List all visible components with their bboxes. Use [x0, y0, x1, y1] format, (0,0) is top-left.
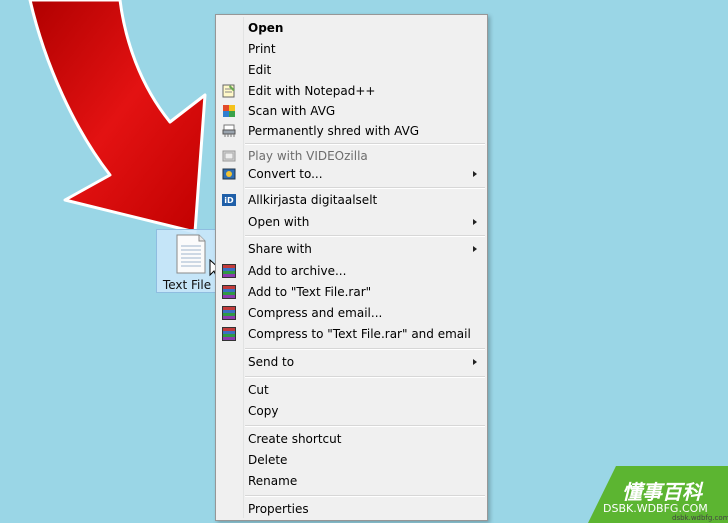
avg-icon — [223, 105, 235, 117]
shred-icon — [222, 124, 236, 137]
menu-item-label: Open with — [248, 215, 310, 229]
menu-item-rename[interactable]: Rename — [216, 471, 487, 491]
svg-text:iD: iD — [224, 196, 234, 205]
winrar-icon — [222, 264, 236, 278]
winrar-icon — [222, 306, 236, 320]
menu-item-edit[interactable]: Edit — [216, 60, 487, 80]
menu-item-create-shortcut[interactable]: Create shortcut — [216, 429, 487, 449]
notepadpp-icon — [222, 84, 235, 98]
menu-item-label: Permanently shred with AVG — [248, 124, 420, 138]
submenu-arrow-icon — [473, 246, 477, 252]
menu-item-copy[interactable]: Copy — [216, 401, 487, 421]
menu-separator — [245, 143, 485, 145]
menu-separator — [245, 348, 485, 350]
file-name-label: Text File — [162, 278, 212, 292]
menu-item-delete[interactable]: Delete — [216, 450, 487, 470]
menu-item-label: Share with — [248, 242, 312, 256]
menu-item-share-with[interactable]: Share with — [216, 239, 487, 259]
menu-item-edit-notepadpp[interactable]: Edit with Notepad++ — [216, 81, 487, 101]
id-icon: iD — [222, 194, 236, 206]
winrar-icon — [222, 285, 236, 299]
context-menu: Open Print Edit Edit with Notepad++ Scan… — [215, 14, 488, 521]
document-icon — [176, 234, 206, 274]
convert-icon — [222, 168, 236, 180]
menu-item-label: Allkirjasta digitaalselt — [248, 193, 378, 207]
submenu-arrow-icon — [473, 171, 477, 177]
menu-separator — [245, 235, 485, 237]
menu-item-label: Edit — [248, 63, 272, 77]
watermark-title: 懂事百科 — [622, 480, 702, 504]
menu-item-compress-email[interactable]: Compress and email... — [216, 303, 487, 323]
menu-separator — [245, 425, 485, 427]
menu-item-send-to[interactable]: Send to — [216, 352, 487, 372]
menu-item-label: Copy — [248, 404, 279, 418]
winrar-icon — [222, 327, 236, 341]
menu-item-shred-avg[interactable]: Permanently shred with AVG — [216, 121, 487, 141]
menu-item-label: Properties — [248, 502, 309, 516]
menu-item-add-to-rar[interactable]: Add to "Text File.rar" — [216, 282, 487, 302]
menu-item-label: Play with VIDEOzilla — [248, 149, 368, 163]
red-arrow-graphic — [28, 0, 207, 234]
menu-item-print[interactable]: Print — [216, 39, 487, 59]
menu-item-properties[interactable]: Properties — [216, 499, 487, 519]
watermark-small-url: dsbk.wdbfg.com — [672, 514, 728, 522]
videozilla-icon — [222, 150, 236, 162]
menu-item-add-to-archive[interactable]: Add to archive... — [216, 261, 487, 281]
menu-item-label: Cut — [248, 383, 269, 397]
menu-separator — [245, 495, 485, 497]
menu-item-label: Add to "Text File.rar" — [248, 285, 372, 299]
menu-item-label: Delete — [248, 453, 288, 467]
menu-item-cut[interactable]: Cut — [216, 380, 487, 400]
menu-item-scan-avg[interactable]: Scan with AVG — [216, 101, 487, 121]
menu-separator — [245, 376, 485, 378]
submenu-arrow-icon — [473, 359, 477, 365]
menu-item-label: Rename — [248, 474, 298, 488]
menu-item-digital-signature[interactable]: iD Allkirjasta digitaalselt — [216, 190, 487, 210]
menu-item-label: Convert to... — [248, 167, 323, 181]
menu-item-convert-to[interactable]: Convert to... — [216, 164, 487, 184]
menu-item-label: Compress and email... — [248, 306, 383, 320]
menu-item-label: Scan with AVG — [248, 104, 336, 118]
menu-item-label: Edit with Notepad++ — [248, 84, 376, 98]
menu-separator — [245, 187, 485, 189]
menu-item-open[interactable]: Open — [216, 18, 487, 38]
menu-item-label: Send to — [248, 355, 295, 369]
menu-item-play-videozilla[interactable]: Play with VIDEOzilla — [216, 146, 487, 166]
menu-item-label: Create shortcut — [248, 432, 342, 446]
menu-item-compress-rar-email[interactable]: Compress to "Text File.rar" and email — [216, 324, 487, 344]
submenu-arrow-icon — [473, 219, 477, 225]
menu-item-label: Print — [248, 42, 276, 56]
menu-item-label: Add to archive... — [248, 264, 347, 278]
menu-item-label: Open — [248, 21, 284, 35]
menu-item-label: Compress to "Text File.rar" and email — [248, 327, 471, 341]
menu-item-open-with[interactable]: Open with — [216, 212, 487, 232]
